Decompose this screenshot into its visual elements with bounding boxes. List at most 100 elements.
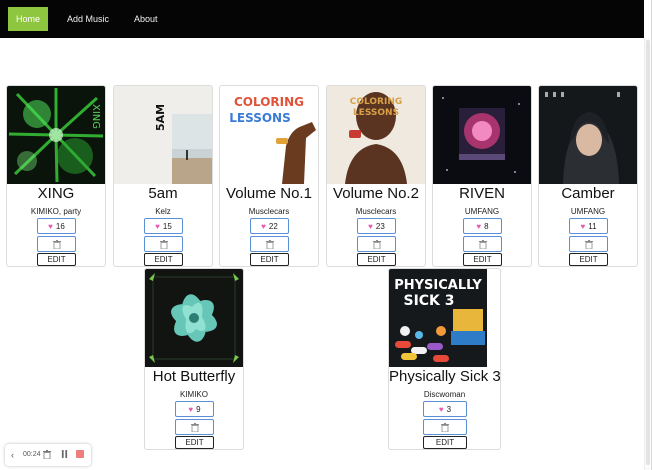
album-artist: KIMIKO xyxy=(179,390,208,399)
top-navbar: Home Add Music About xyxy=(0,0,644,38)
cover-text: SICK 3 xyxy=(403,293,454,309)
album-title: XING xyxy=(37,185,75,202)
delete-button[interactable] xyxy=(463,236,502,252)
album-title: 5am xyxy=(148,185,178,202)
like-count: 15 xyxy=(162,221,172,231)
album-cover: COLORING LESSONS xyxy=(327,86,425,184)
browser-window: Home Add Music About XING XING KIMIKO, p… xyxy=(0,0,652,470)
audio-player: ‹ 00:24 xyxy=(5,444,91,466)
album-artist: UMFANG xyxy=(464,207,500,216)
like-count: 16 xyxy=(55,221,65,231)
album-cover xyxy=(433,86,531,184)
trash-icon xyxy=(441,422,449,432)
heart-icon: ♥ xyxy=(438,404,444,414)
like-count: 11 xyxy=(588,221,597,231)
album-artist: Discwoman xyxy=(423,390,466,399)
pause-icon[interactable] xyxy=(61,444,68,466)
chevron-left-icon[interactable]: ‹ xyxy=(11,444,14,466)
trash-icon xyxy=(159,239,168,249)
cover-text: COLORING xyxy=(350,97,403,107)
album-card-hot-butterfly: Hot Butterfly KIMIKO ♥ 9 EDIT xyxy=(144,268,244,450)
like-button[interactable]: ♥ 3 xyxy=(423,401,467,417)
album-card-xing: XING XING KIMIKO, party ♥ 16 EDIT xyxy=(6,85,106,267)
trash-icon xyxy=(372,239,381,249)
trash-icon xyxy=(478,239,487,249)
album-artist: Musclecars xyxy=(248,207,290,216)
album-artist: Musclecars xyxy=(355,207,397,216)
like-button[interactable]: ♥ 9 xyxy=(175,401,214,417)
edit-button[interactable]: EDIT xyxy=(357,253,396,266)
album-card-riven: RIVEN UMFANG ♥ 8 EDIT xyxy=(432,85,532,267)
nav-home-link[interactable]: Home xyxy=(8,7,49,31)
like-button[interactable]: ♥ 22 xyxy=(250,218,289,234)
page-scrollbar[interactable] xyxy=(644,38,650,470)
trash-icon[interactable] xyxy=(43,444,51,466)
cover-text: COLORING xyxy=(234,95,304,109)
album-cover: XING xyxy=(7,86,105,184)
like-count: 22 xyxy=(268,221,278,231)
like-count: 9 xyxy=(196,404,201,414)
edit-button[interactable]: EDIT xyxy=(250,253,289,266)
delete-button[interactable] xyxy=(569,236,608,252)
album-title: Hot Butterfly xyxy=(152,368,236,385)
album-card-volume-no1: COLORING LESSONS Volume No.1 Musclecars … xyxy=(219,85,319,267)
heart-icon: ♥ xyxy=(155,221,160,231)
cover-text: XING xyxy=(90,104,101,129)
album-card-5am: 5AM 5am Kelz ♥ 15 EDIT xyxy=(113,85,213,267)
album-title: Physically Sick 3 xyxy=(389,368,501,385)
like-button[interactable]: ♥ 11 xyxy=(569,218,608,234)
like-count: 23 xyxy=(375,221,385,231)
album-title: Volume No.2 xyxy=(333,185,419,202)
album-cover: 5AM xyxy=(114,86,212,184)
cover-text: LESSONS xyxy=(353,108,399,118)
album-cover: PHYSICALLY SICK 3 xyxy=(389,269,487,367)
heart-icon: ♥ xyxy=(580,221,586,231)
trash-icon xyxy=(584,239,593,249)
delete-button[interactable] xyxy=(175,419,214,435)
heart-icon: ♥ xyxy=(261,221,266,231)
album-card-physically-sick-3: PHYSICALLY SICK 3 Physically Sick 3 Disc… xyxy=(388,268,501,450)
trash-icon xyxy=(52,239,61,249)
stop-icon[interactable] xyxy=(76,444,84,466)
album-title: RIVEN xyxy=(459,185,505,202)
trash-icon xyxy=(190,422,199,432)
delete-button[interactable] xyxy=(357,236,396,252)
delete-button[interactable] xyxy=(144,236,183,252)
trash-icon xyxy=(265,239,274,249)
edit-button[interactable]: EDIT xyxy=(463,253,502,266)
cover-text: LESSONS xyxy=(229,111,290,125)
player-time: 00:24 xyxy=(23,451,41,458)
cover-text: 5AM xyxy=(154,104,167,131)
edit-button[interactable]: EDIT xyxy=(423,436,467,449)
album-title: Volume No.1 xyxy=(226,185,312,202)
like-button[interactable]: ♥ 23 xyxy=(357,218,396,234)
like-count: 3 xyxy=(446,404,452,414)
edit-button[interactable]: EDIT xyxy=(37,253,76,266)
album-card-camber: Camber UMFANG ♥ 11 EDIT xyxy=(538,85,638,267)
heart-icon: ♥ xyxy=(48,221,53,231)
album-artist: KIMIKO, party xyxy=(30,207,82,216)
album-cover: COLORING LESSONS xyxy=(220,86,318,184)
cover-text: PHYSICALLY xyxy=(394,278,482,293)
edit-button[interactable]: EDIT xyxy=(569,253,608,266)
delete-button[interactable] xyxy=(250,236,289,252)
delete-button[interactable] xyxy=(37,236,76,252)
heart-icon: ♥ xyxy=(188,404,194,414)
album-card-volume-no2: COLORING LESSONS Volume No.2 Musclecars … xyxy=(326,85,426,267)
like-count: 8 xyxy=(484,221,489,231)
heart-icon: ♥ xyxy=(476,221,482,231)
like-button[interactable]: ♥ 8 xyxy=(463,218,502,234)
album-cover xyxy=(539,86,637,184)
album-artist: Kelz xyxy=(155,207,171,216)
nav-about-link[interactable]: About xyxy=(134,7,158,31)
delete-button[interactable] xyxy=(423,419,467,435)
edit-button[interactable]: EDIT xyxy=(175,436,214,449)
scrollbar-thumb[interactable] xyxy=(646,40,650,465)
like-button[interactable]: ♥ 16 xyxy=(37,218,76,234)
like-button[interactable]: ♥ 15 xyxy=(144,218,183,234)
edit-button[interactable]: EDIT xyxy=(144,253,183,266)
album-cover xyxy=(145,269,243,367)
album-title: Camber xyxy=(561,185,615,202)
heart-icon: ♥ xyxy=(368,221,373,231)
nav-add-music-link[interactable]: Add Music xyxy=(67,7,109,31)
